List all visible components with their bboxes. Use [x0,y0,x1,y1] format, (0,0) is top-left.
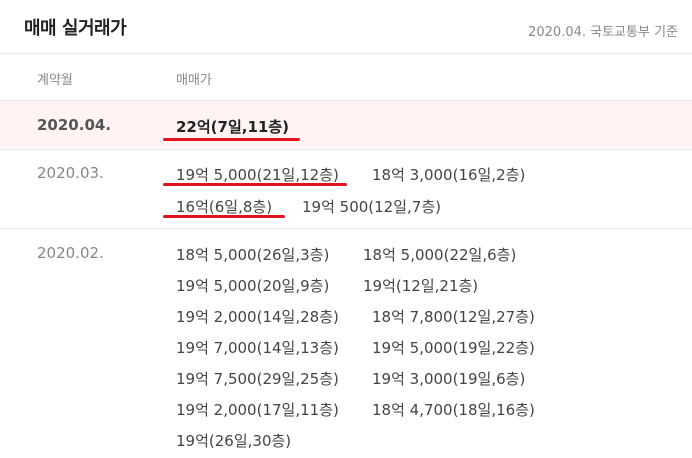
deal-item: 18억 5,000(26일,3층) [176,246,330,264]
deal-item: 19억 2,000(14일,28층) [176,308,339,326]
table-row: 2020.04. 22억(7일,11층) [0,101,692,150]
section-header: 매매 실거래가 2020.04. 국토교통부 기준 [0,0,692,54]
highlight-underline [163,183,347,186]
section-title: 매매 실거래가 [24,18,127,39]
deal-item: 16억(6일,8층) [176,198,273,216]
table-row: 2020.02. 18억 5,000(26일,3층) 18억 5,000(22일… [0,229,692,458]
deal-item: 19억 7,000(14일,13층) [176,339,339,357]
deal-item: 19억 2,000(17일,11층) [176,401,339,419]
table-row: 2020.03. 19억 5,000(21일,12층) 18억 3,000(16… [0,150,692,229]
column-header-month: 계약월 [37,73,73,88]
column-header-price: 매매가 [176,73,212,88]
deal-item: 18억 7,800(12일,27층) [372,308,535,326]
deal-item: 18억 3,000(16일,2층) [372,166,526,184]
deal-item: 19억 500(12일,7층) [302,198,441,216]
table-header: 계약월 매매가 [0,54,692,101]
highlight-underline [163,215,285,218]
deal-item: 19억(12일,21층) [363,277,479,295]
deal-item: 19억 7,500(29일,25층) [176,370,339,388]
deal-item: 19억 5,000(21일,12층) [176,166,339,184]
contract-month: 2020.04. [37,116,112,134]
deal-item: 19억(26일,30층) [176,432,292,450]
contract-month: 2020.03. [37,164,104,182]
deal-item: 18억 4,700(18일,16층) [372,401,535,419]
deal-item: 22억(7일,11층) [176,118,289,136]
deal-item: 19억 3,000(19일,6층) [372,370,526,388]
highlight-underline [163,138,300,141]
deal-item: 19억 5,000(19일,22층) [372,339,535,357]
contract-month: 2020.02. [37,244,104,262]
data-source-note: 2020.04. 국토교통부 기준 [528,25,678,40]
deal-item: 19억 5,000(20일,9층) [176,277,330,295]
deal-item: 18억 5,000(22일,6층) [363,246,517,264]
